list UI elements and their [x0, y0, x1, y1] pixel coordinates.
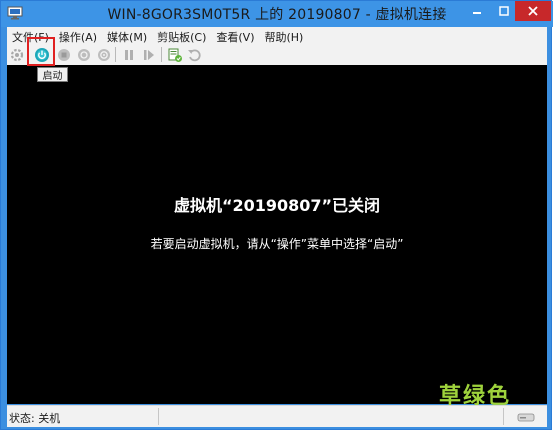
vm-connection-window: WIN-8GOR3SM0T5R 上的 20190807 - 虚拟机连接 文件(F…: [0, 0, 553, 430]
vm-status-heading: 虚拟机“20190807”已关闭: [173, 196, 381, 215]
pause-icon: [125, 49, 133, 60]
save-state-icon: [98, 48, 110, 61]
turn-off-button[interactable]: [55, 46, 73, 63]
toolbar-separator: [115, 47, 116, 62]
resume-icon: [144, 49, 154, 60]
start-button-highlight: [27, 37, 55, 66]
menu-bar: 文件(F) 操作(A) 媒体(M) 剪贴板(C) 查看(V) 帮助(H): [7, 27, 547, 44]
status-separator: [503, 408, 504, 425]
menu-view[interactable]: 查看(V): [211, 27, 259, 44]
minimize-icon: [472, 12, 481, 14]
toolbar: [7, 44, 547, 65]
maximize-icon: [498, 6, 509, 16]
menu-help[interactable]: 帮助(H): [259, 27, 308, 44]
checkpoint-icon: [168, 48, 182, 62]
close-icon: [528, 6, 538, 16]
revert-button[interactable]: [185, 46, 203, 63]
vm-status-message: 若要启动虚拟机，请从“操作”菜单中选择“启动”: [150, 237, 404, 251]
status-separator: [158, 408, 159, 425]
maximize-button[interactable]: [490, 1, 517, 21]
menu-clipboard[interactable]: 剪贴板(C): [152, 27, 211, 44]
save-state-button[interactable]: [95, 46, 113, 63]
drive-icon: [517, 413, 535, 422]
shutdown-icon: [78, 48, 90, 61]
start-tooltip: 启动: [37, 67, 68, 82]
shutdown-button[interactable]: [75, 46, 93, 63]
vm-screen[interactable]: 虚拟机“20190807”已关闭 若要启动虚拟机，请从“操作”菜单中选择“启动”…: [7, 65, 547, 409]
status-bar: 状态: 关机: [7, 405, 547, 427]
menu-media[interactable]: 媒体(M): [102, 27, 152, 44]
toolbar-separator: [161, 47, 162, 62]
pause-button[interactable]: [120, 46, 138, 63]
menu-action[interactable]: 操作(A): [54, 27, 102, 44]
ctrl-alt-del-button[interactable]: [8, 46, 26, 63]
revert-icon: [188, 48, 201, 61]
close-button[interactable]: [515, 1, 551, 21]
status-text: 状态: 关机: [9, 412, 61, 425]
ctrl-alt-del-icon: [10, 48, 24, 61]
checkpoint-button[interactable]: [166, 46, 184, 63]
title-bar[interactable]: WIN-8GOR3SM0T5R 上的 20190807 - 虚拟机连接: [1, 1, 553, 27]
minimize-button[interactable]: [463, 1, 490, 21]
resume-button[interactable]: [140, 46, 158, 63]
turn-off-icon: [58, 48, 70, 61]
